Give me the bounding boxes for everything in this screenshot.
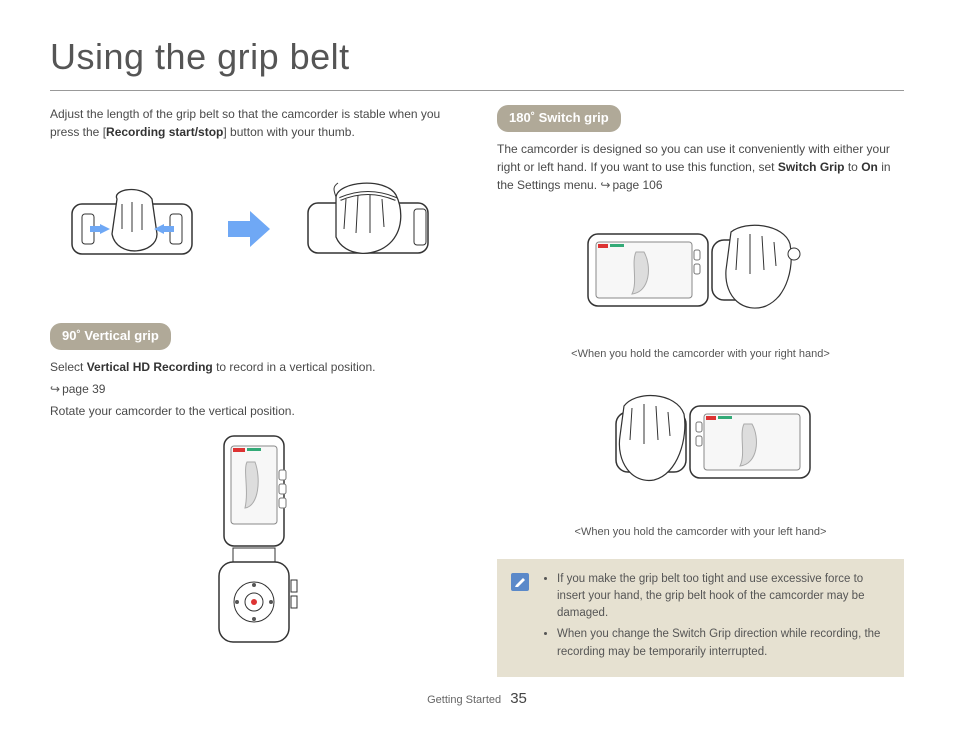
left-hand-illustration: <When you hold the camcorder with your l…: [497, 378, 904, 541]
vertical-grip-seealso: page 39: [50, 380, 457, 398]
vertical-grip-heading: 90˚ Vertical grip: [50, 323, 171, 350]
vertical-recording-illustration: [50, 430, 457, 650]
vertical-grip-line-a: Select Vertical HD Recording to record i…: [50, 358, 457, 376]
arrow-right-icon: [226, 209, 272, 249]
sg-b1: Switch Grip: [778, 160, 845, 174]
vga-post: to record in a vertical position.: [213, 360, 376, 374]
caption-left-hand: <When you hold the camcorder with your l…: [575, 524, 827, 541]
note-icon: [511, 573, 529, 591]
note-list: If you make the grip belt too tight and …: [541, 571, 890, 665]
intro-text: Adjust the length of the grip belt so th…: [50, 105, 457, 141]
note-box: If you make the grip belt too tight and …: [497, 559, 904, 677]
intro-bold: Recording start/stop: [106, 125, 223, 139]
vertical-grip-line-b: Rotate your camcorder to the vertical po…: [50, 402, 457, 420]
sg-mid: to: [845, 160, 862, 174]
right-hand-illustration: <When you hold the camcorder with your r…: [497, 210, 904, 363]
switch-grip-heading: 180˚ Switch grip: [497, 105, 621, 132]
footer-section: Getting Started: [427, 694, 501, 706]
vga-bold: Vertical HD Recording: [87, 360, 213, 374]
right-column: 180˚ Switch grip The camcorder is design…: [497, 105, 904, 677]
page-footer: Getting Started 35: [0, 688, 954, 711]
left-column: Adjust the length of the grip belt so th…: [50, 105, 457, 677]
switch-grip-seealso: page 106: [600, 178, 662, 192]
footer-page-number: 35: [510, 690, 527, 707]
note-item-2: When you change the Switch Grip directio…: [557, 626, 890, 661]
vga-pre: Select: [50, 360, 87, 374]
two-column-layout: Adjust the length of the grip belt so th…: [50, 105, 904, 677]
caption-right-hand: <When you hold the camcorder with your r…: [571, 346, 830, 363]
switch-grip-para: The camcorder is designed so you can use…: [497, 140, 904, 194]
note-item-1: If you make the grip belt too tight and …: [557, 571, 890, 623]
grip-inserted-illustration: [296, 169, 446, 289]
page-title: Using the grip belt: [50, 30, 904, 84]
intro-b: ] button with your thumb.: [223, 125, 354, 139]
sg-b2: On: [861, 160, 878, 174]
grip-adjust-illustration-closed: [62, 174, 202, 284]
title-rule: [50, 90, 904, 91]
grip-adjust-illustration-row: [50, 159, 457, 299]
